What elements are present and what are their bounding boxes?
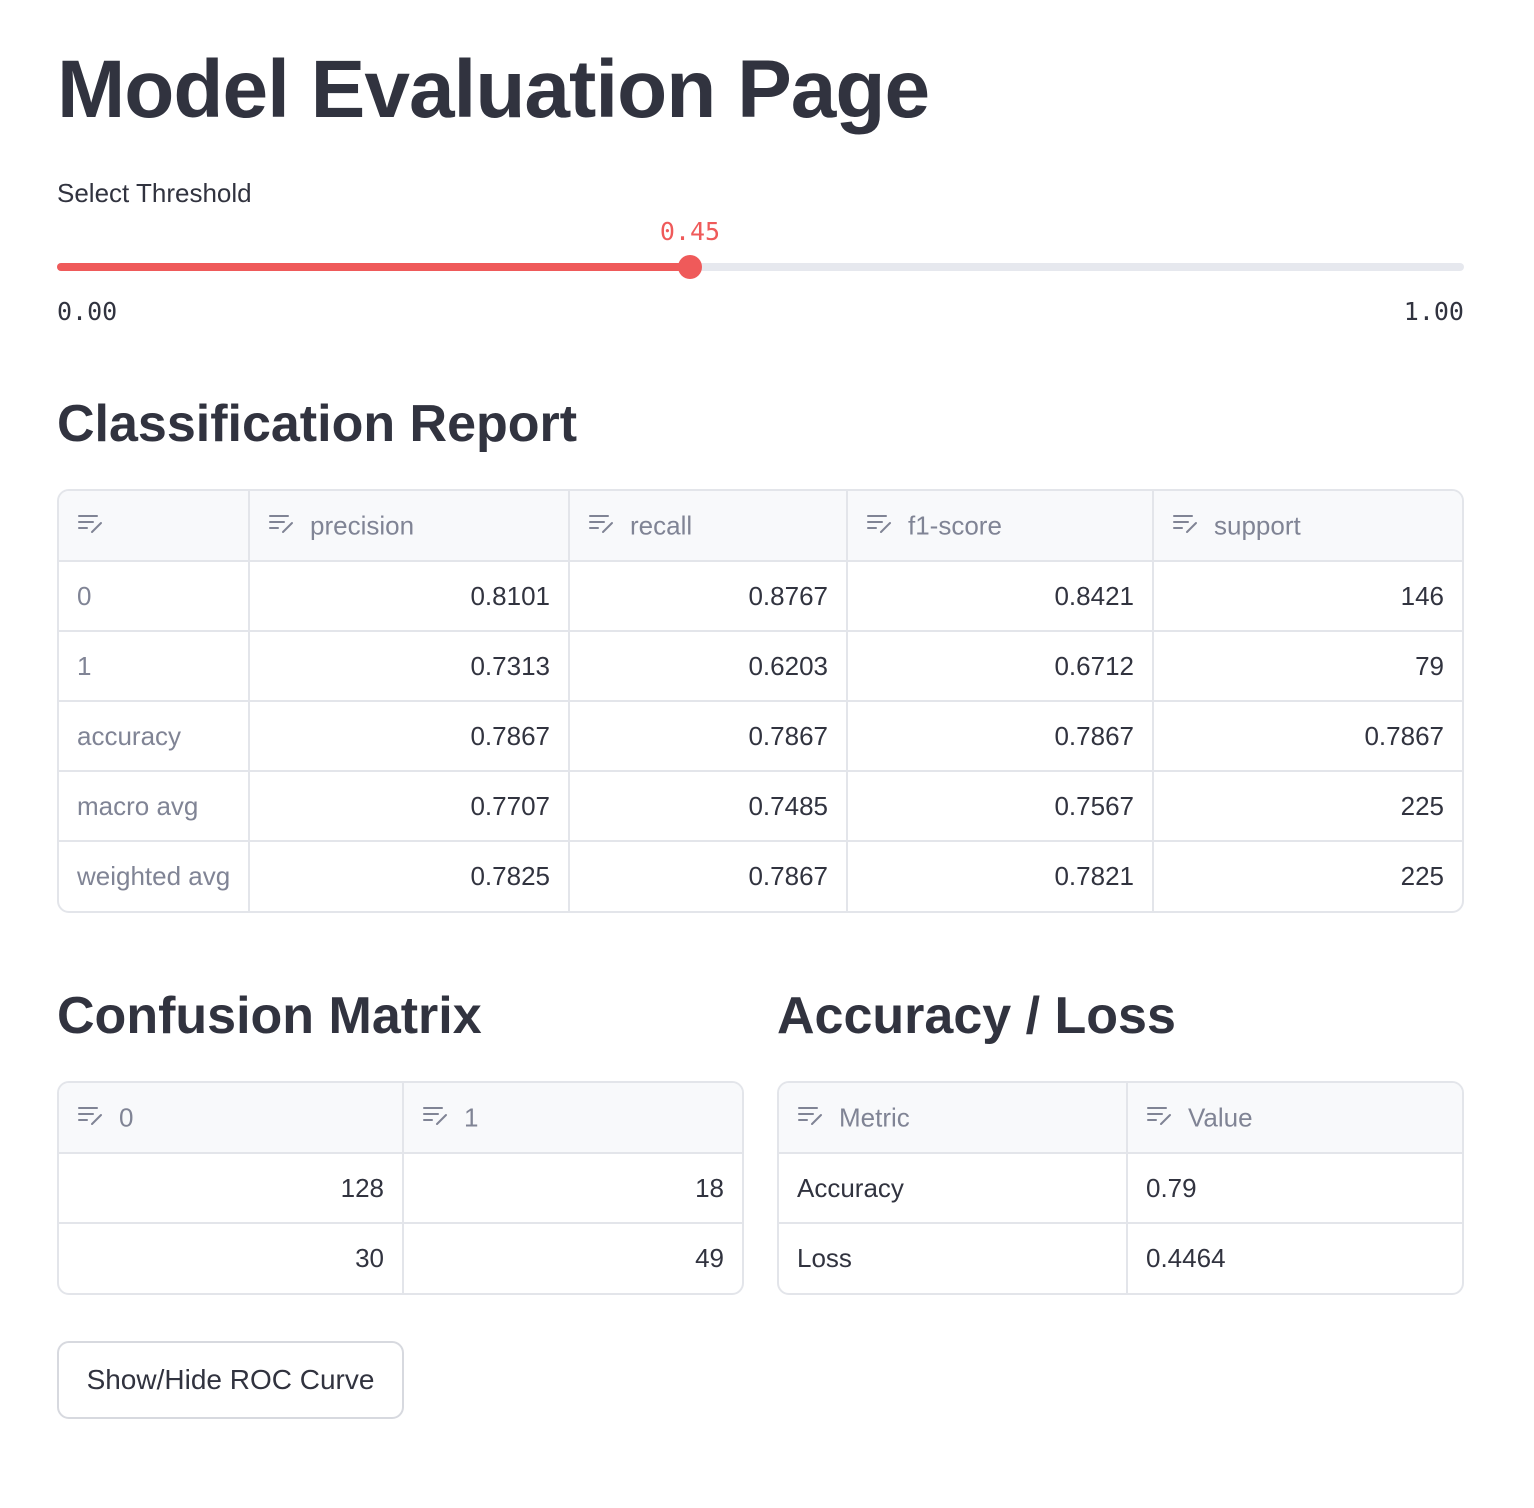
column-header[interactable]: support: [1153, 491, 1462, 562]
threshold-value: 0.45: [659, 217, 721, 246]
column-header[interactable]: recall: [569, 491, 848, 562]
edit-column-icon: [422, 1103, 450, 1134]
column-header[interactable]: Metric: [779, 1083, 1128, 1154]
table-cell[interactable]: 0.79: [1127, 1153, 1462, 1224]
table-cell[interactable]: 0.7867: [847, 701, 1154, 772]
table-cell[interactable]: 0.7867: [249, 701, 570, 772]
confusion-matrix-heading: Confusion Matrix: [57, 987, 482, 1045]
edit-column-icon: [77, 1103, 105, 1134]
row-index[interactable]: 1: [59, 631, 250, 702]
column-header[interactable]: f1-score: [847, 491, 1154, 562]
row-index[interactable]: accuracy: [59, 701, 250, 772]
table-cell[interactable]: 0.8101: [249, 561, 570, 632]
confusion-matrix-table[interactable]: 0 1 128 18 30 49: [57, 1081, 744, 1295]
table-row: 128 18: [59, 1153, 742, 1224]
table-cell[interactable]: 0.7867: [569, 701, 848, 772]
table-row: Accuracy 0.79: [779, 1153, 1462, 1224]
threshold-slider[interactable]: 0.45 0.00 1.00: [57, 215, 1464, 335]
table-cell[interactable]: 0.7821: [847, 841, 1154, 911]
table-row: Loss 0.4464: [779, 1223, 1462, 1293]
table-cell[interactable]: 0.6203: [569, 631, 848, 702]
threshold-min: 0.00: [57, 297, 118, 326]
page-title: Model Evaluation Page: [57, 44, 930, 135]
table-cell[interactable]: 146: [1153, 561, 1462, 632]
table-cell[interactable]: 0.8767: [569, 561, 848, 632]
table-row: weighted avg 0.7825 0.7867 0.7821 225: [59, 841, 1462, 911]
column-header[interactable]: 1: [403, 1083, 742, 1154]
table-cell[interactable]: 0.7825: [249, 841, 570, 911]
edit-column-icon: [1146, 1103, 1174, 1134]
accuracy-loss-table[interactable]: Metric Value Accuracy 0.79 Loss 0.4464: [777, 1081, 1464, 1295]
classification-report-heading: Classification Report: [57, 395, 578, 453]
column-header-label: Value: [1188, 1102, 1253, 1133]
table-cell[interactable]: 0.8421: [847, 561, 1154, 632]
table-cell[interactable]: 225: [1153, 771, 1462, 842]
table-row: 0 0.8101 0.8767 0.8421 146: [59, 561, 1462, 632]
table-cell[interactable]: 79: [1153, 631, 1462, 702]
row-index[interactable]: macro avg: [59, 771, 250, 842]
column-header-label: support: [1214, 510, 1301, 541]
threshold-thumb[interactable]: [678, 255, 702, 279]
table-cell[interactable]: 0.7567: [847, 771, 1154, 842]
edit-column-icon: [588, 511, 616, 542]
threshold-fill: [57, 263, 690, 271]
edit-column-icon: [268, 511, 296, 542]
table-cell[interactable]: 0.7707: [249, 771, 570, 842]
column-header[interactable]: [59, 491, 250, 562]
threshold-track[interactable]: [57, 263, 1464, 271]
edit-column-icon: [797, 1103, 825, 1134]
table-cell[interactable]: 128: [59, 1153, 404, 1224]
table-cell[interactable]: 0.6712: [847, 631, 1154, 702]
row-index[interactable]: 0: [59, 561, 250, 632]
column-header-label: f1-score: [908, 510, 1002, 541]
edit-column-icon: [1172, 511, 1200, 542]
table-cell[interactable]: 18: [403, 1153, 742, 1224]
table-cell[interactable]: 30: [59, 1223, 404, 1293]
accuracy-loss-heading: Accuracy / Loss: [777, 987, 1176, 1045]
table-row: 1 0.7313 0.6203 0.6712 79: [59, 631, 1462, 702]
threshold-label: Select Threshold: [57, 178, 252, 208]
table-cell[interactable]: 49: [403, 1223, 742, 1293]
column-header-label: 1: [464, 1102, 479, 1133]
table-row: macro avg 0.7707 0.7485 0.7567 225: [59, 771, 1462, 842]
show-hide-roc-button[interactable]: Show/Hide ROC Curve: [57, 1341, 404, 1419]
row-index[interactable]: weighted avg: [59, 841, 250, 911]
table-cell[interactable]: 225: [1153, 841, 1462, 911]
column-header[interactable]: Value: [1127, 1083, 1462, 1154]
classification-report-table[interactable]: precision recall f1-score support 0 0.8101 0.…: [57, 489, 1464, 913]
table-row: accuracy 0.7867 0.7867 0.7867 0.7867: [59, 701, 1462, 772]
table-row: 30 49: [59, 1223, 742, 1293]
table-cell[interactable]: 0.7867: [1153, 701, 1462, 772]
table-cell[interactable]: 0.7313: [249, 631, 570, 702]
column-header[interactable]: precision: [249, 491, 570, 562]
table-cell[interactable]: 0.7867: [569, 841, 848, 911]
threshold-max: 1.00: [1403, 297, 1464, 326]
column-header[interactable]: 0: [59, 1083, 404, 1154]
table-cell[interactable]: Accuracy: [779, 1153, 1128, 1224]
edit-column-icon: [866, 511, 894, 542]
table-cell[interactable]: Loss: [779, 1223, 1128, 1293]
column-header-label: 0: [119, 1102, 134, 1133]
edit-column-icon: [77, 511, 105, 542]
table-cell[interactable]: 0.4464: [1127, 1223, 1462, 1293]
column-header-label: Metric: [839, 1102, 910, 1133]
column-header-label: precision: [310, 510, 415, 541]
table-cell[interactable]: 0.7485: [569, 771, 848, 842]
column-header-label: recall: [630, 510, 693, 541]
